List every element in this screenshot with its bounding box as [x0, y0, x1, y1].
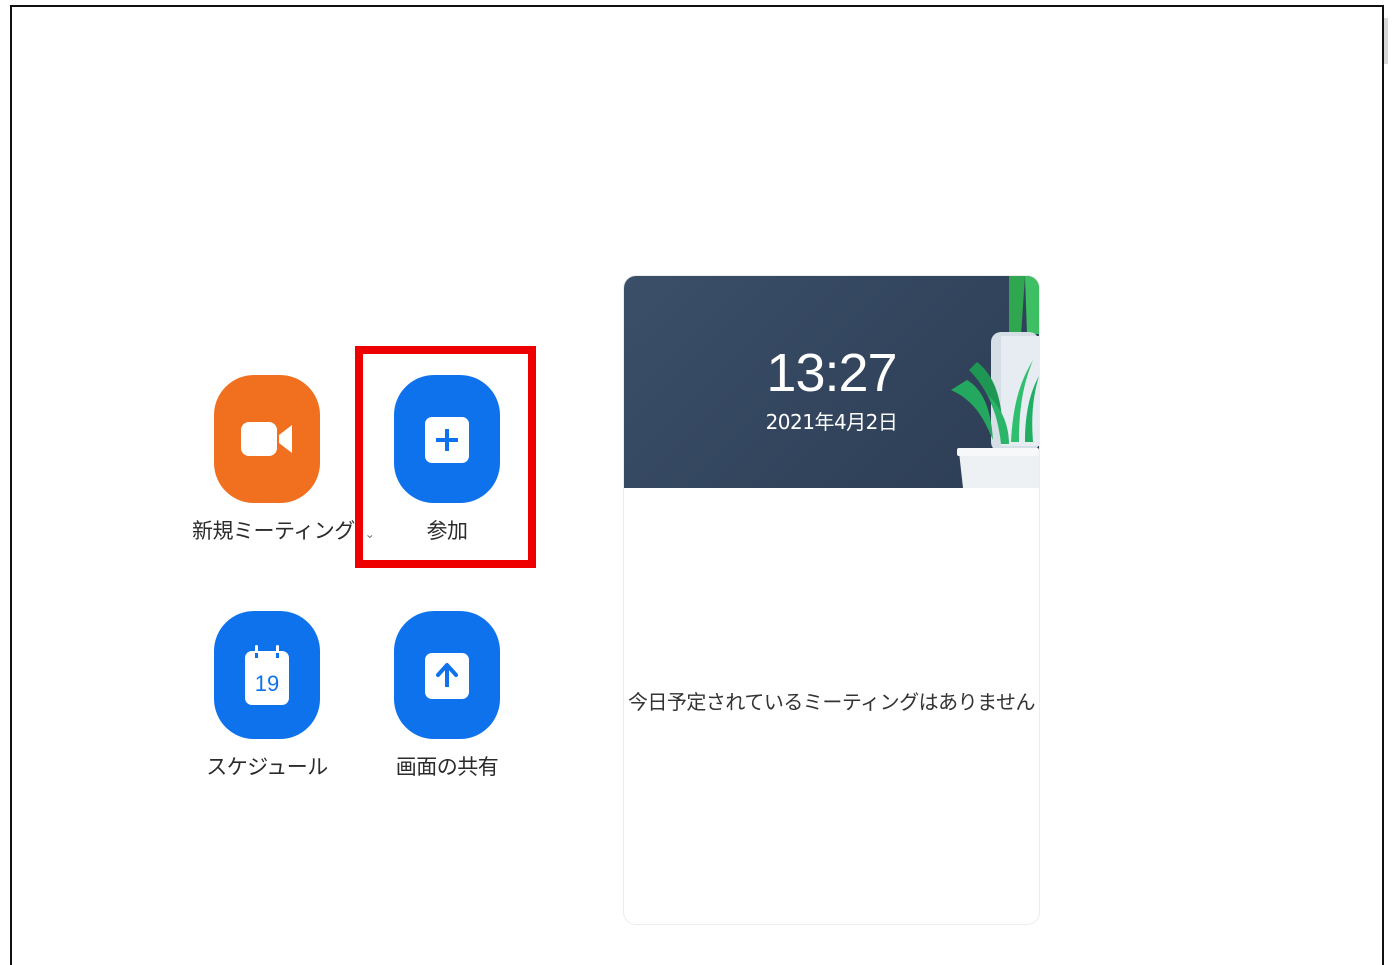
- new-meeting-label-row[interactable]: 新規ミーティング ⌄: [192, 515, 375, 545]
- share-up-arrow-icon: [425, 653, 469, 699]
- new-meeting-action[interactable]: 新規ミーティング ⌄: [192, 375, 375, 545]
- share-screen-label: 画面の共有: [395, 755, 499, 779]
- share-screen-action[interactable]: 画面の共有: [372, 611, 522, 781]
- video-camera-icon: [241, 422, 292, 456]
- new-meeting-button[interactable]: [214, 375, 320, 503]
- clock-date: 2021年4月2日: [765, 410, 898, 434]
- calendar-icon: 19: [245, 645, 289, 705]
- schedule-button[interactable]: 19: [214, 611, 320, 739]
- schedule-label: スケジュール: [206, 755, 328, 779]
- share-screen-button[interactable]: [394, 611, 500, 739]
- join-highlight-box: [355, 346, 536, 568]
- clock-time: 13:27: [766, 343, 897, 403]
- no-meetings-message: 今日予定されているミーティングはありません: [627, 690, 1036, 714]
- scrollbar-thumb[interactable]: [1384, 18, 1388, 64]
- upcoming-meetings-card: 13:27 2021年4月2日 今日予定されているミーティングはありません: [624, 276, 1039, 924]
- clock-header: 13:27 2021年4月2日: [624, 276, 1039, 488]
- new-meeting-label: 新規ミーティング: [192, 519, 355, 543]
- schedule-action[interactable]: 19 スケジュール: [192, 611, 342, 781]
- calendar-day-number: 19: [255, 671, 279, 696]
